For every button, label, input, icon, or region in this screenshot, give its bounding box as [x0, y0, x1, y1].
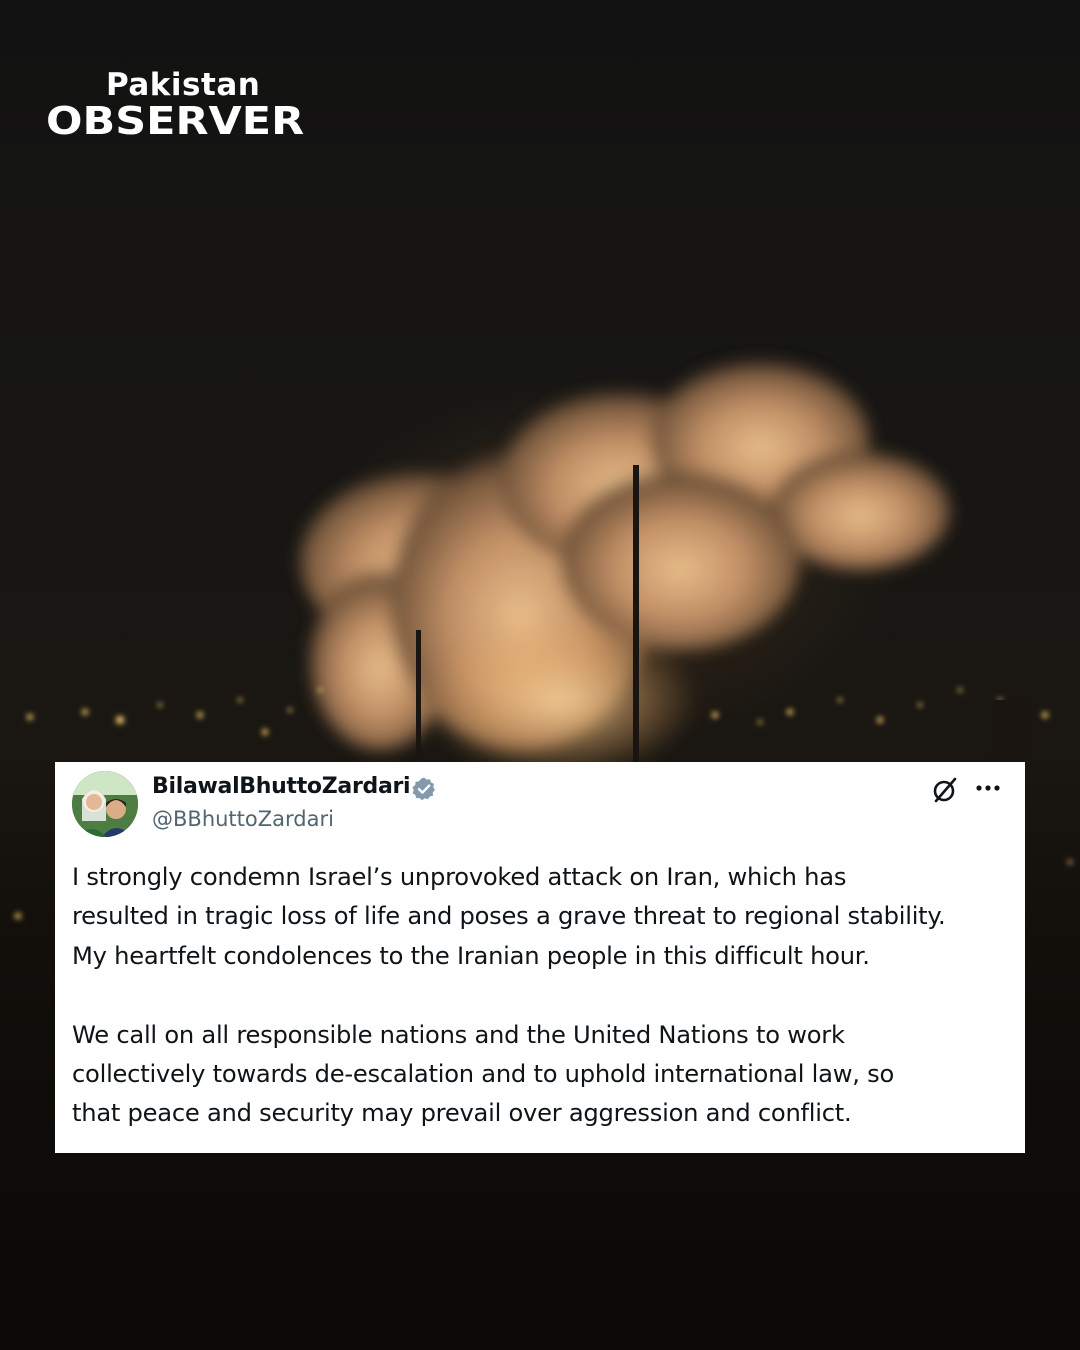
more-options-icon[interactable]: [975, 784, 1001, 792]
verified-badge-icon: [412, 777, 435, 801]
tweet-line: My heartfelt condolences to the Iranian …: [72, 941, 870, 970]
tweet-card: BilawalBhuttoZardari @BBhuttoZardari I s…: [55, 762, 1025, 1153]
tweet-paragraph: We call on all responsible nations and t…: [72, 1016, 1012, 1134]
user-handle[interactable]: @BBhuttoZardari: [152, 807, 334, 831]
post-image: Pakistan OBSERVER BilawalBhuttoZardari @…: [0, 0, 1080, 1350]
avatar[interactable]: [72, 771, 138, 837]
tweet-line: We call on all responsible nations and t…: [72, 1020, 845, 1049]
tweet-line: I strongly condemn Israel’s unprovoked a…: [72, 863, 847, 891]
avatar-portrait-icon: [72, 771, 138, 837]
tweet-paragraph: I strongly condemn Israel’s unprovoked a…: [72, 858, 1012, 976]
publisher-logo: Pakistan OBSERVER: [46, 67, 304, 141]
logo-line-observer: OBSERVER: [46, 99, 305, 143]
tweet-line: collectively towards de-escalation and t…: [72, 1060, 894, 1089]
tweet-line: resulted in tragic loss of life and pose…: [72, 902, 946, 931]
tweet-line: that peace and security may prevail over…: [72, 1099, 852, 1128]
display-name[interactable]: BilawalBhuttoZardari: [152, 774, 411, 799]
grok-icon[interactable]: [931, 776, 959, 804]
tweet-text: I strongly condemn Israel’s unprovoked a…: [72, 858, 1012, 1134]
logo-line-pakistan: Pakistan: [106, 67, 261, 103]
